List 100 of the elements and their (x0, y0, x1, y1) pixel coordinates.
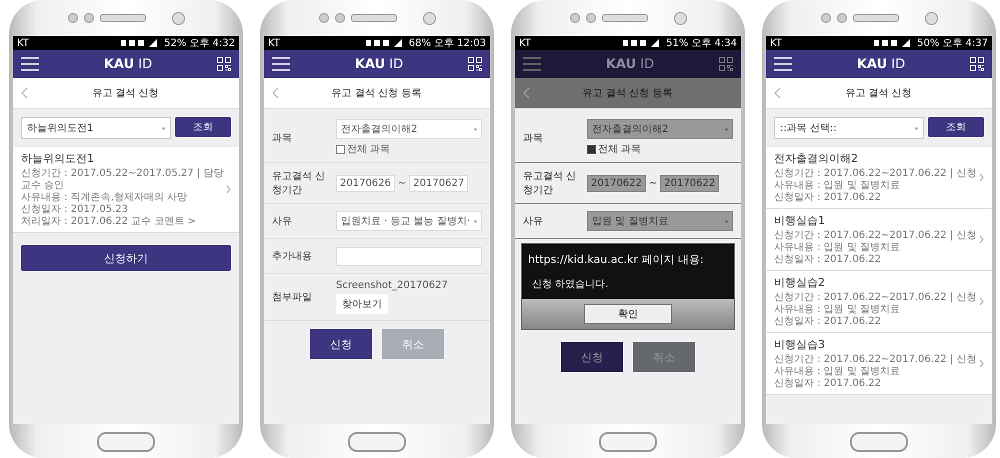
card-detail: 사유내용 : 입원 및 질병치료 (774, 242, 902, 254)
home-button[interactable] (599, 432, 657, 452)
home-button[interactable] (97, 432, 155, 452)
home-button[interactable] (348, 432, 406, 452)
select-field[interactable]: 전자출결의이해2 (587, 119, 733, 139)
battery-label: 68% (408, 38, 431, 48)
page-title: 유고 결석 신청 등록 (582, 87, 674, 100)
qr-code-icon[interactable] (217, 57, 231, 71)
request-card[interactable]: 비행실습3 신청기간 : 2017.06.22~2017.06.22 | 신청 사유내용 : 입원 및 질병치료 신청일자 : 2017.06.22 (766, 333, 992, 395)
card-detail: 신청일자 : 2017.06.22 (774, 254, 882, 266)
date-field[interactable]: 20170622 (587, 174, 646, 192)
checkbox-label: 전체 과목 (347, 143, 390, 156)
menu-icon[interactable] (774, 57, 792, 71)
card-detail: 신청일자 : 2017.05.23 (21, 204, 129, 216)
battery-label: 52% (164, 38, 186, 48)
field-label: 과목 (523, 132, 544, 144)
dialog-title: https://kid.kau.ac.kr 페이지 내용: (527, 252, 705, 268)
page-title: 유고 결석 신청 (844, 87, 913, 100)
page-title: 유고 결석 신청 등록 (330, 87, 422, 100)
field-label: 과목 (272, 132, 293, 144)
subject-select[interactable]: 하늘위의도전1 (21, 117, 171, 139)
chevron-right-icon (979, 235, 984, 244)
card-detail: 신청일자 : 2017.06.22 (774, 316, 882, 328)
dropdown-caret-icon (725, 220, 728, 222)
camera-icon (172, 12, 184, 24)
request-card[interactable]: 비행실습1 신청기간 : 2017.06.22~2017.06.22 | 신청 사유내용 : 입원 및 질병치료 신청일자 : 2017.06.22 (766, 209, 992, 271)
chevron-right-icon (979, 359, 984, 368)
card-detail: 신청기간 : 2017.06.22~2017.06.22 | 신청 (774, 230, 978, 242)
dropdown-caret-icon (915, 126, 918, 130)
carrier-label: KT (519, 38, 531, 48)
card-detail: 사유내용 : 입원 및 질병치료 (774, 366, 902, 378)
battery-label: 51% (666, 38, 688, 48)
select-field[interactable]: 전자출결의이해2 (336, 119, 482, 139)
field-label: 추가내용 (272, 250, 313, 263)
page-title: 유고 결석 신청 (91, 87, 160, 100)
browse-button[interactable]: 찾아보기 (336, 294, 388, 314)
back-icon[interactable] (774, 87, 781, 99)
card-detail: 처리일자 : 2017.06.22 교수 코멘트 > (21, 216, 197, 228)
apply-button[interactable]: 신청하기 (21, 245, 231, 271)
card-detail: 사유내용 : 입원 및 질병치료 (774, 180, 902, 192)
speaker-icon (602, 14, 648, 22)
card-detail: 사유내용 : 입원 및 질병치료 (774, 304, 902, 316)
card-detail: 신청기간 : 2017.06.22~2017.06.22 | 신청 (774, 354, 978, 366)
date-field[interactable]: 20170622 (660, 174, 720, 192)
menu-icon[interactable] (21, 57, 39, 71)
clock-label: 오후 4:37 (942, 37, 988, 50)
card-detail: 신청기간 : 2017.06.22~2017.06.22 | 신청 (774, 168, 978, 180)
chevron-right-icon (979, 173, 984, 182)
menu-icon[interactable] (272, 57, 290, 71)
checkbox-label: 전체 과목 (598, 143, 642, 156)
back-icon[interactable] (272, 87, 279, 99)
card-title: 전자출결의이해2 (774, 151, 859, 166)
back-icon[interactable] (21, 87, 28, 99)
clock-label: 오후 4:32 (189, 37, 235, 50)
app-title: KAU ID (354, 56, 404, 72)
card-detail: 사유내용 : 직계존속,형제자매의 사망 (21, 192, 188, 204)
search-button[interactable]: 조회 (175, 117, 231, 137)
checkbox[interactable] (336, 144, 345, 154)
camera-icon (924, 12, 938, 24)
app-title: KAU ID (606, 56, 654, 72)
subject-select[interactable]: ::과목 선택:: (774, 117, 924, 139)
carrier-label: KT (770, 38, 782, 48)
range-separator: ~ (398, 178, 406, 188)
app-title: KAU ID (104, 56, 152, 72)
carrier-label: KT (17, 38, 29, 48)
dropdown-caret-icon (162, 126, 165, 130)
range-separator: ~ (648, 178, 658, 188)
card-title: 하늘위의도전1 (21, 151, 95, 166)
confirm-button[interactable]: 확인 (584, 304, 672, 324)
select-field[interactable]: 입원치료 · 등교 불능 질병치· (336, 211, 482, 231)
card-detail: 신청일자 : 2017.06.22 (774, 378, 882, 390)
app-title: KAU ID (856, 56, 906, 72)
request-card[interactable]: 전자출결의이해2 신청기간 : 2017.06.22~2017.06.22 | 신청 사유내용 : 입원 및 질병치료 신청일자 : 2017.06.22 (766, 147, 992, 209)
dialog-message: 신청 하였습니다. (531, 278, 610, 292)
back-icon[interactable] (523, 87, 530, 99)
date-field[interactable]: 20170626 (336, 174, 395, 192)
card-detail: 신청기간 : 2017.06.22~2017.06.22 | 신청 (774, 292, 978, 304)
clock-label: 오후 12:03 (434, 37, 486, 50)
card-title: 비행실습3 (774, 337, 826, 352)
home-button[interactable] (850, 432, 908, 452)
qr-code-icon[interactable] (468, 57, 482, 71)
search-button[interactable]: 조회 (928, 117, 984, 137)
submit-button[interactable]: 신청 (561, 342, 623, 372)
input-field[interactable] (336, 246, 482, 266)
submit-button[interactable]: 신청 (310, 329, 372, 359)
request-card[interactable]: 하늘위의도전1 신청기간 : 2017.05.22~2017.05.27 | 담당교수 승인 사유내용 : 직계존속,형제자매의 사망 신청일자 : 2017.05.23 처리일자 : 2017.06.22 교수 코멘트 > (13, 147, 239, 233)
camera-icon (422, 12, 436, 24)
camera-icon (674, 12, 686, 24)
carrier-label: KT (268, 38, 280, 48)
date-field[interactable]: 20170627 (409, 174, 468, 192)
checkbox[interactable] (587, 144, 596, 154)
select-field[interactable]: 입원 및 질병치료 (587, 211, 733, 231)
field-label: 사유 (523, 215, 544, 228)
request-card[interactable]: 비행실습2 신청기간 : 2017.06.22~2017.06.22 | 신청 사유내용 : 입원 및 질병치료 신청일자 : 2017.06.22 (766, 271, 992, 333)
file-name: Screenshot_20170627 (336, 280, 448, 291)
battery-label: 50% (917, 38, 940, 48)
clock-label: 오후 4:34 (691, 37, 737, 50)
card-title: 비행실습1 (774, 213, 826, 228)
dropdown-caret-icon (474, 128, 477, 130)
qr-code-icon[interactable] (970, 57, 984, 71)
